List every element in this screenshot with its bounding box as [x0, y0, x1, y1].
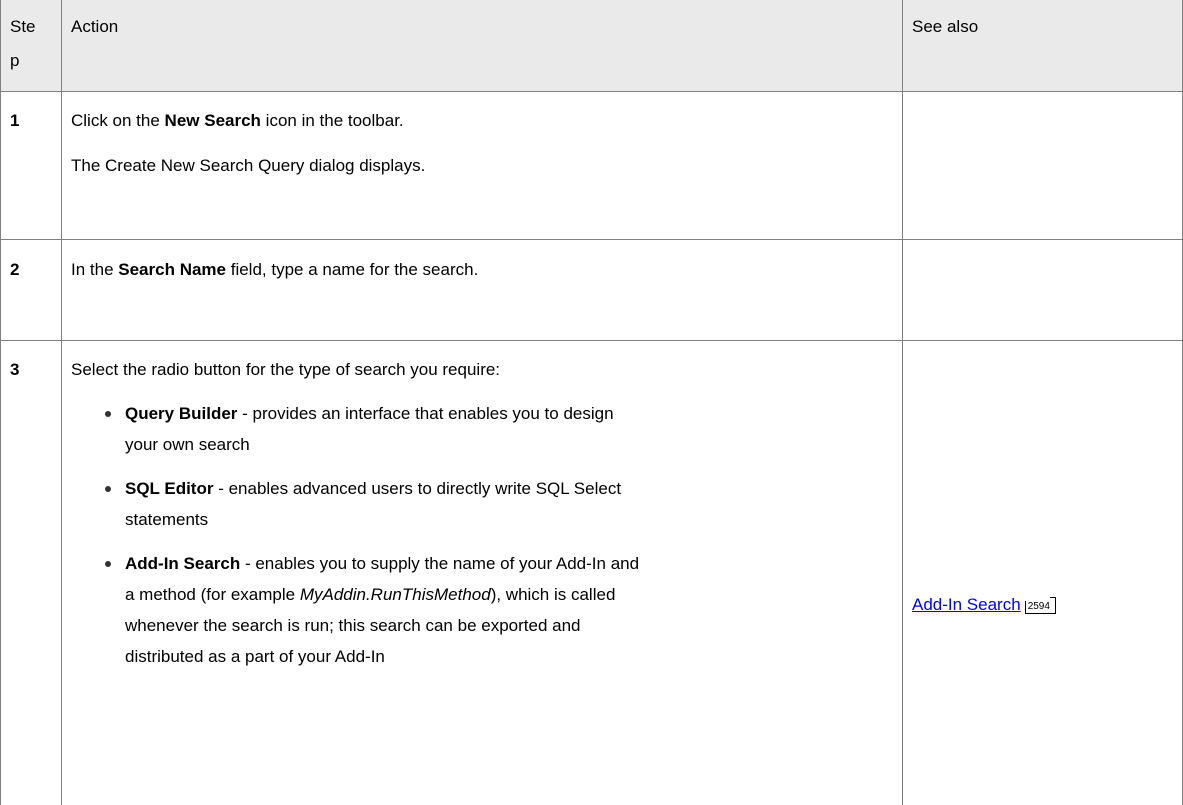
ui-term: New Search — [164, 111, 261, 130]
row-divider — [0, 91, 1183, 92]
list-item: Query Builder - provides an interface th… — [71, 398, 832, 460]
bullet-icon — [105, 486, 111, 492]
action-paragraph: In the Search Name field, type a name fo… — [71, 260, 479, 279]
step-action: Select the radio button for the type of … — [71, 354, 891, 672]
action-paragraph: Click on the New Search icon in the tool… — [71, 111, 404, 130]
list-item: Add-In Search - enables you to supply th… — [71, 548, 832, 672]
header-step-line2: p — [10, 51, 20, 70]
action-paragraph: The Create New Search Query dialog displ… — [71, 156, 426, 175]
action-paragraph: Select the radio button for the type of … — [71, 360, 501, 379]
column-divider — [61, 0, 62, 805]
header-action: Action — [71, 17, 119, 36]
ui-term: Search Name — [118, 260, 226, 279]
column-divider — [902, 0, 903, 805]
step-number: 3 — [10, 360, 20, 379]
header-see-also: See also — [912, 17, 979, 36]
add-in-search-link[interactable]: Add-In Search — [912, 595, 1021, 614]
row-divider — [0, 340, 1183, 341]
steps-table: Ste p Action See also 1 Click on the New… — [0, 0, 1183, 805]
see-also-cell: Add-In Search 2594 — [912, 589, 1172, 620]
bullet-icon — [105, 561, 111, 567]
step-action: In the Search Name field, type a name fo… — [71, 254, 891, 285]
page-reference-icon[interactable]: 2594 — [1024, 597, 1057, 614]
search-type-options-list: Query Builder - provides an interface th… — [71, 398, 891, 672]
bullet-icon — [105, 411, 111, 417]
step-number: 1 — [10, 111, 20, 130]
list-item: SQL Editor - enables advanced users to d… — [71, 473, 832, 535]
step-action: Click on the New Search icon in the tool… — [71, 105, 891, 181]
step-number: 2 — [10, 260, 20, 279]
header-step: Ste p — [10, 10, 58, 78]
table-left-border — [0, 0, 1, 805]
header-step-line1: Ste — [10, 17, 36, 36]
row-divider — [0, 239, 1183, 240]
